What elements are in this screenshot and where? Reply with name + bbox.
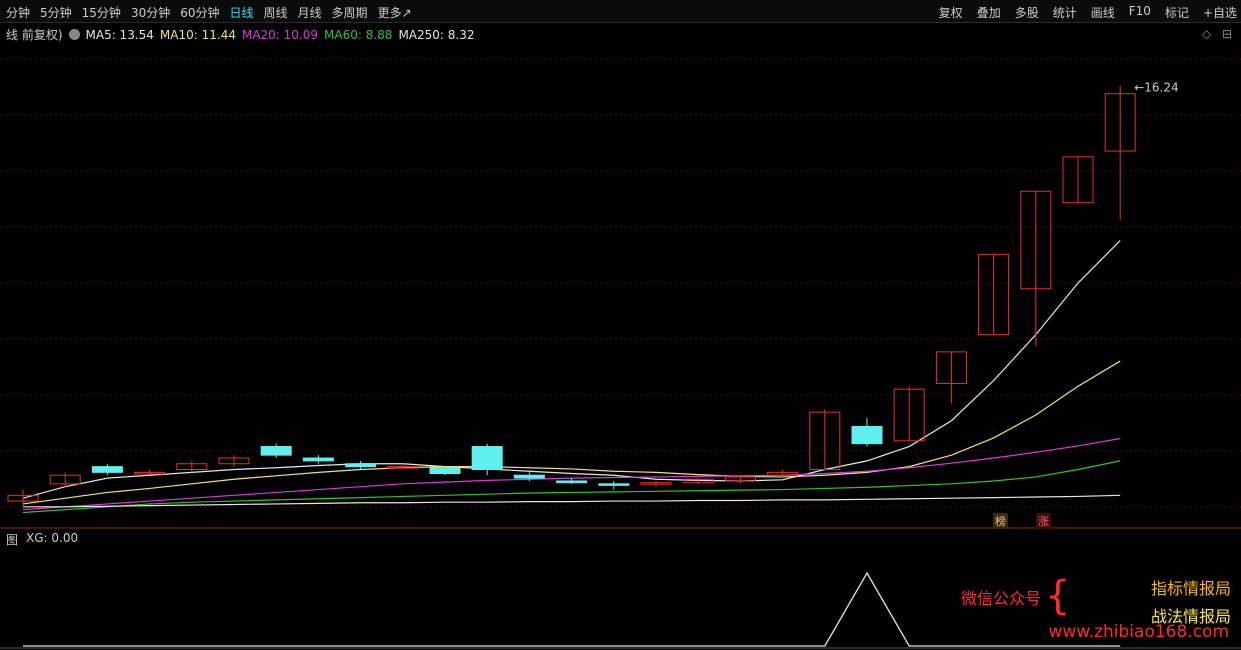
candle-body-20 bbox=[851, 425, 883, 445]
kline-chart[interactable]: ←16.24 bbox=[0, 23, 1241, 650]
candle-body-11 bbox=[471, 446, 503, 470]
ma-line-MA250 bbox=[23, 494, 1121, 508]
tool-tabs: 复权 叠加 多股 统计 画线 F10 标记 +自选 bbox=[939, 4, 1237, 21]
candle-body-8 bbox=[345, 463, 377, 468]
period-tab-8[interactable]: 多周期 bbox=[332, 4, 368, 21]
period-tab-9[interactable]: 更多↗ bbox=[378, 4, 412, 21]
brace-icon: { bbox=[1044, 573, 1071, 619]
xg-value: XG: 0.00 bbox=[26, 531, 79, 545]
tool-tab-2[interactable]: 多股 bbox=[1015, 4, 1039, 21]
tool-tab-4[interactable]: 画线 bbox=[1091, 4, 1115, 21]
period-tab-7[interactable]: 月线 bbox=[298, 4, 322, 21]
period-tabs: 分钟 5分钟 15分钟 30分钟 60分钟 日线 周线 月线 多周期 更多↗ bbox=[6, 4, 412, 21]
high-price-label: ←16.24 bbox=[1134, 81, 1178, 95]
xg-line bbox=[23, 571, 1121, 647]
tool-tab-0[interactable]: 复权 bbox=[939, 4, 963, 21]
period-tab-1[interactable]: 5分钟 bbox=[40, 4, 72, 21]
watermark-left: 微信公众号 bbox=[960, 589, 1041, 608]
candle-body-14 bbox=[598, 483, 630, 486]
limit-up-badge[interactable]: 涨 bbox=[1036, 513, 1051, 529]
candle-body-12 bbox=[513, 474, 545, 479]
tool-tab-3[interactable]: 统计 bbox=[1053, 4, 1077, 21]
period-tab-5[interactable]: 日线 bbox=[230, 4, 254, 21]
tool-tab-5[interactable]: F10 bbox=[1129, 4, 1151, 21]
tool-tab-1[interactable]: 叠加 bbox=[977, 4, 1001, 21]
candle-body-10 bbox=[429, 467, 461, 475]
topbar: 分钟 5分钟 15分钟 30分钟 60分钟 日线 周线 月线 多周期 更多↗ 复权 叠加 多股 统计 画线… bbox=[0, 0, 1241, 23]
period-tab-3[interactable]: 30分钟 bbox=[131, 4, 170, 21]
rank-badge[interactable]: 榜 bbox=[993, 513, 1008, 529]
period-tab-2[interactable]: 15分钟 bbox=[82, 4, 121, 21]
period-tab-0[interactable]: 分钟 bbox=[6, 4, 30, 21]
candle-body-7 bbox=[302, 457, 334, 462]
watermark: 微信公众号 { 指标情报局 战法情报局 bbox=[961, 573, 1231, 627]
tool-tab-7[interactable]: +自选 bbox=[1203, 4, 1237, 21]
candle-body-6 bbox=[260, 446, 292, 456]
period-tab-4[interactable]: 60分钟 bbox=[180, 4, 219, 21]
watermark-line1: 指标情报局 bbox=[1150, 579, 1231, 598]
tool-tab-6[interactable]: 标记 bbox=[1165, 4, 1189, 21]
sub-title: 图 bbox=[6, 533, 19, 547]
candle-body-13 bbox=[556, 480, 588, 484]
period-tab-6[interactable]: 周线 bbox=[264, 4, 288, 21]
sub-legend: 图 XG: 0.00 bbox=[6, 531, 78, 548]
candle-body-2 bbox=[91, 466, 123, 473]
watermark-url: www.zhibiao168.com bbox=[1048, 622, 1229, 642]
ma-line-MA5 bbox=[22, 240, 1121, 499]
